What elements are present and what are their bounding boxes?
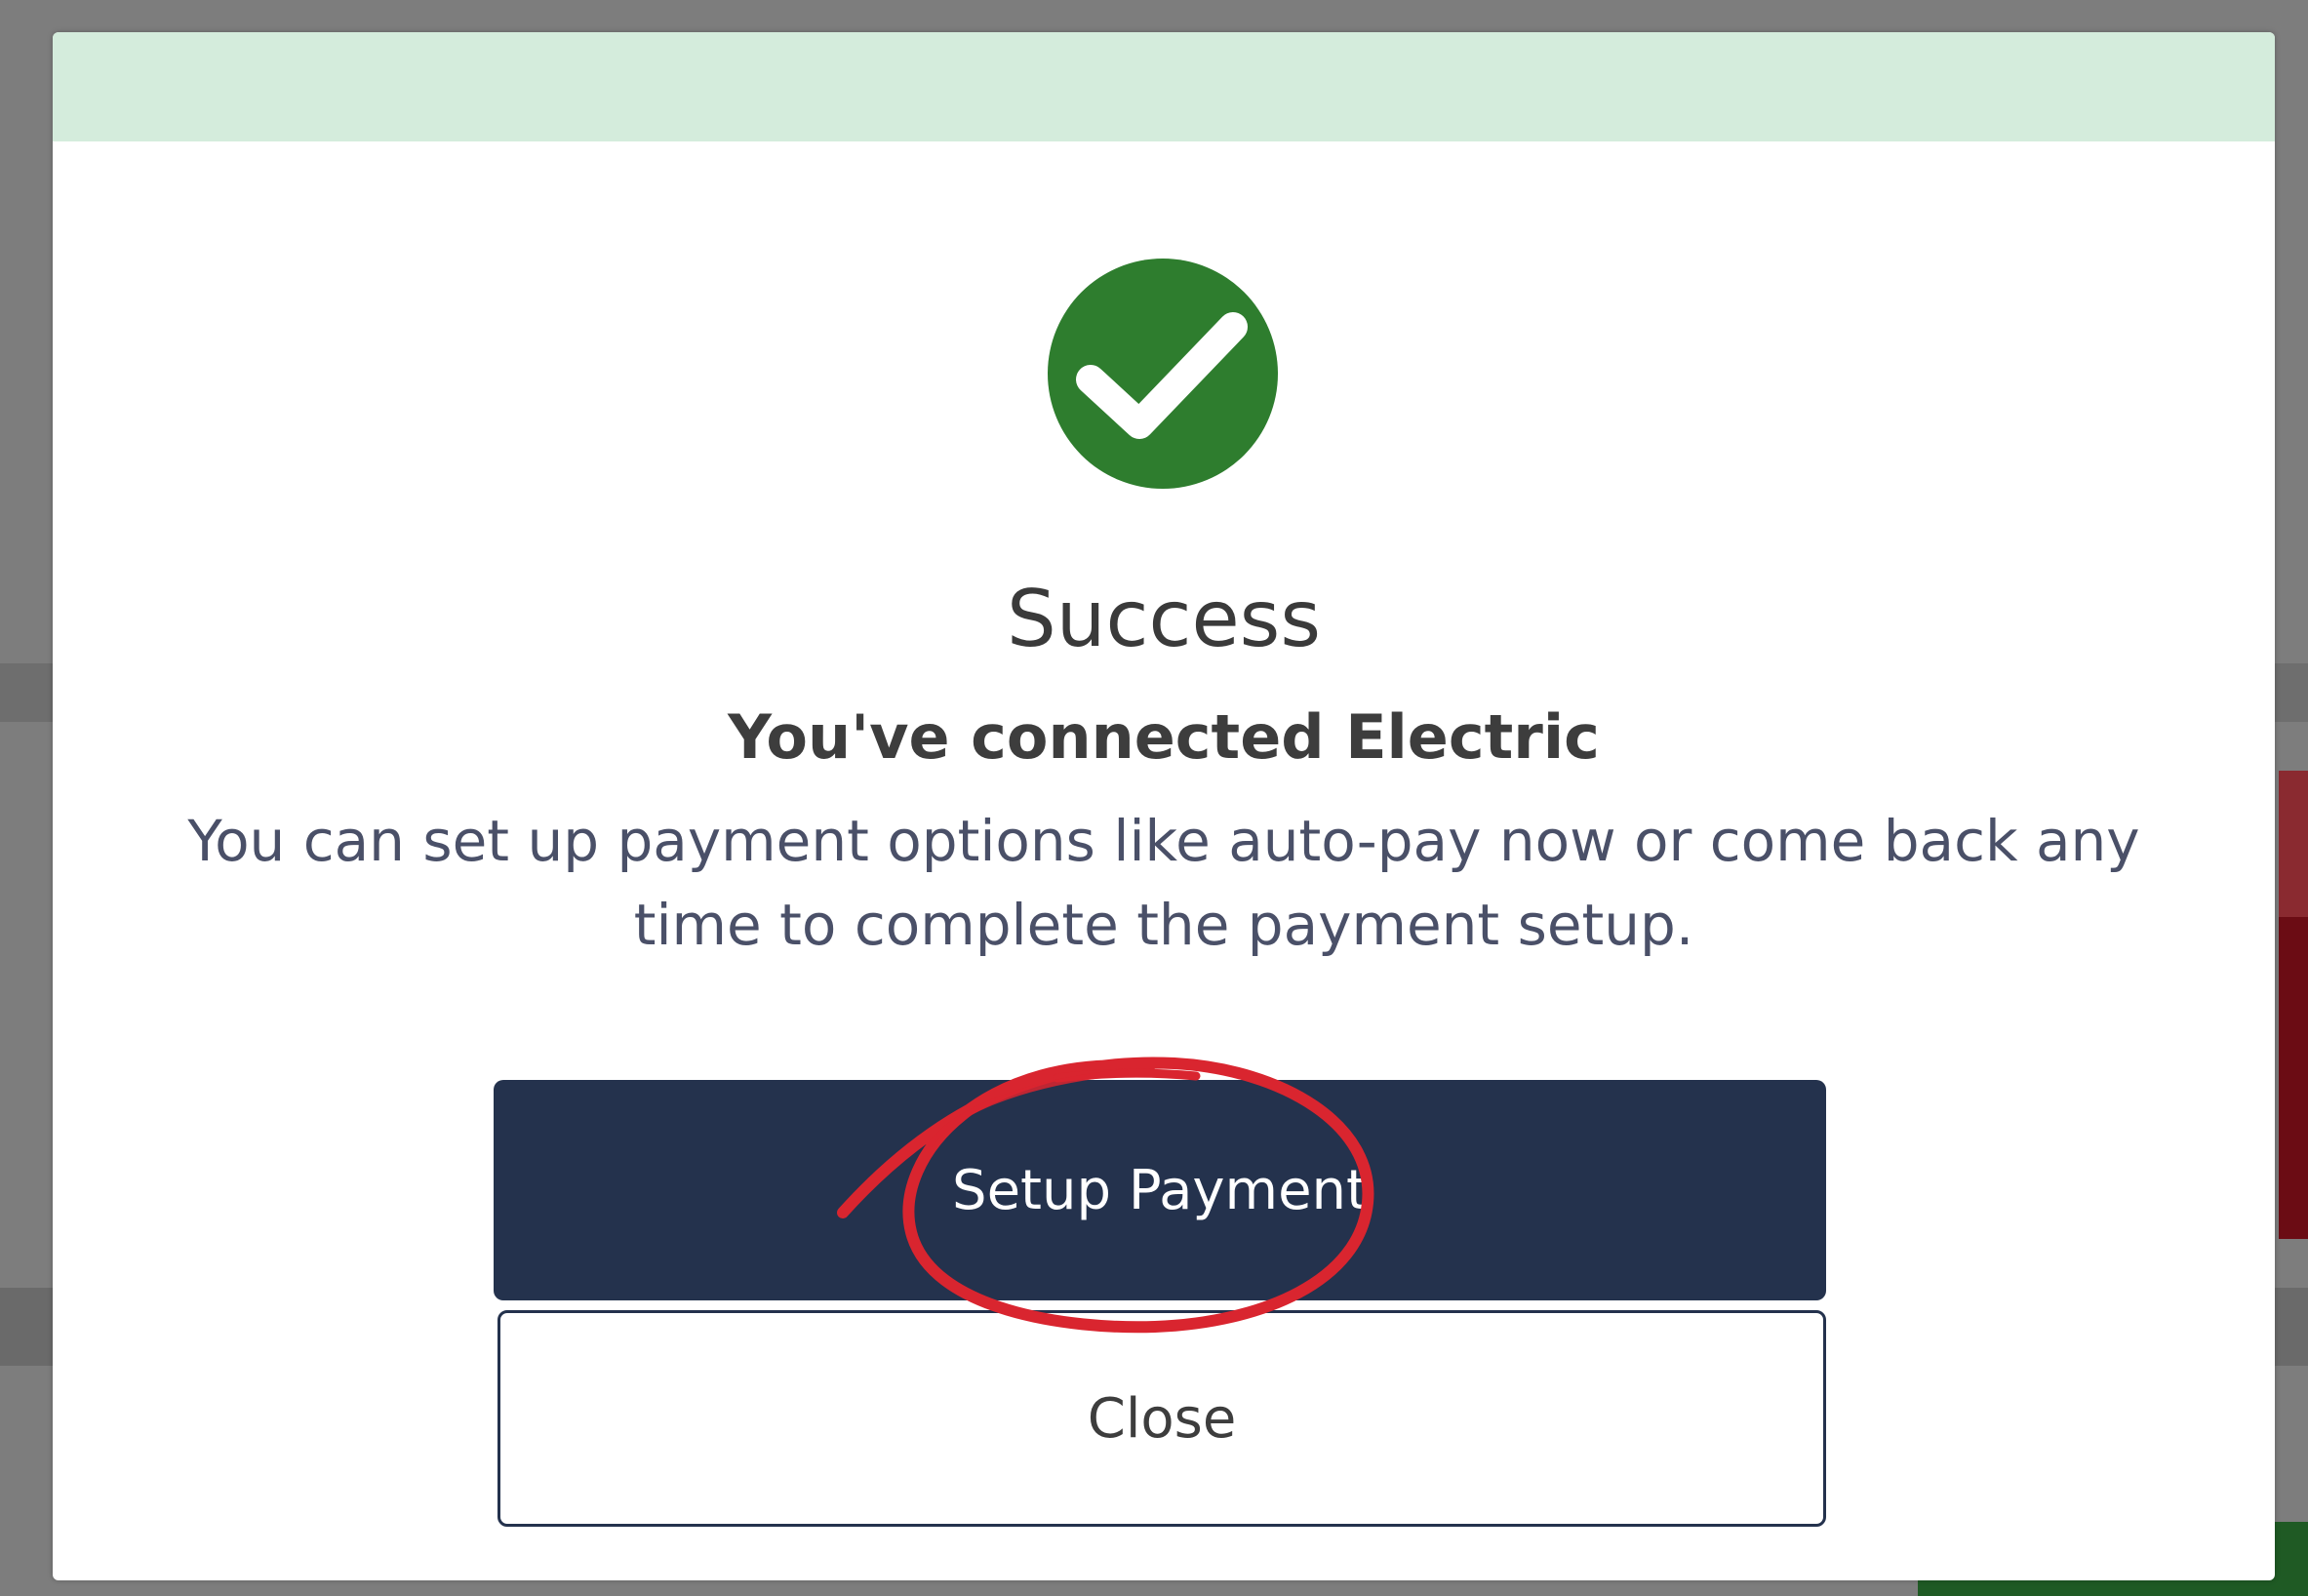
close-button[interactable]: Close	[497, 1310, 1826, 1527]
dialog-subtitle: You've connected Electric	[728, 701, 1600, 773]
check-circle-icon	[1048, 259, 1278, 489]
dialog-message: You can set up payment options like auto…	[187, 808, 2140, 958]
dialog-title: Success	[1006, 574, 1322, 664]
dialog-header-band	[53, 32, 2275, 141]
background-page-red-block	[2279, 771, 2308, 917]
setup-payment-button[interactable]: Setup Payment	[494, 1080, 1826, 1300]
success-dialog: Success You've connected Electric You ca…	[53, 32, 2275, 1580]
